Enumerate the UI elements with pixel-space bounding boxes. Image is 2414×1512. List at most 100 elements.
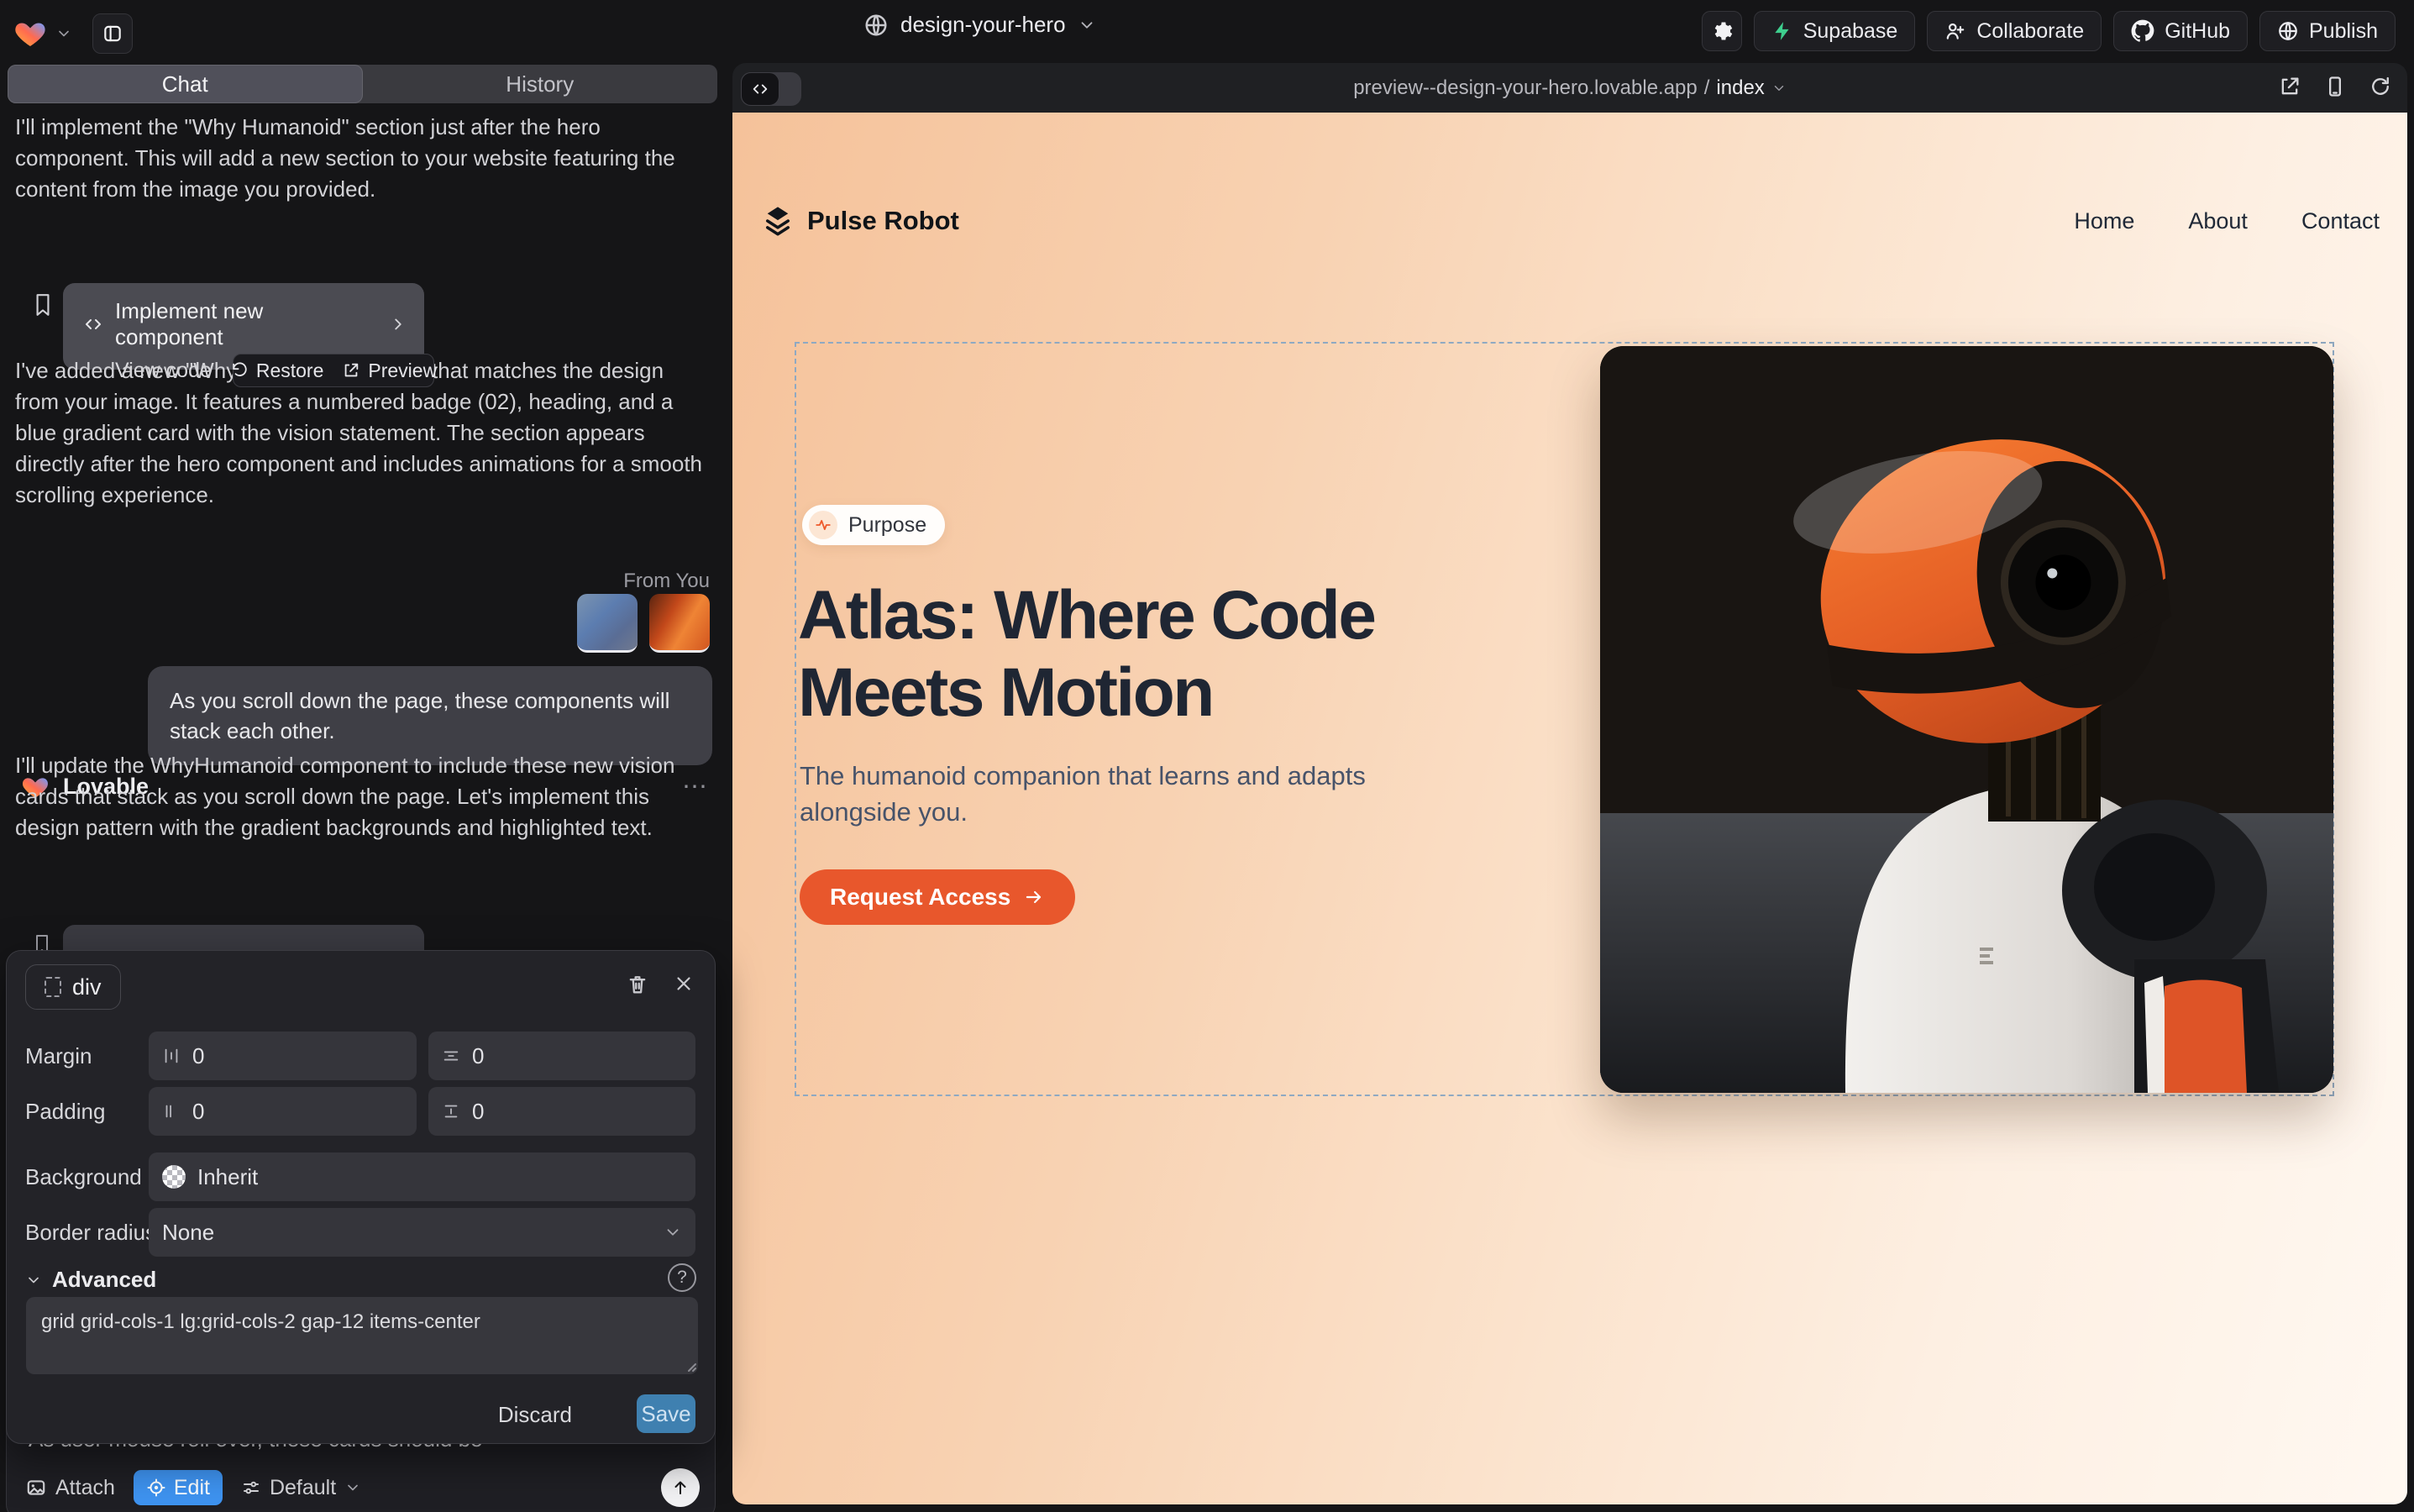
external-link-icon	[342, 361, 360, 380]
dashed-selection-icon	[45, 977, 61, 997]
target-icon	[146, 1478, 166, 1498]
help-icon[interactable]: ?	[668, 1263, 696, 1292]
supabase-icon	[1771, 20, 1793, 42]
margin-x-input[interactable]	[192, 1043, 403, 1069]
collaborate-button[interactable]: Collaborate	[1927, 11, 2102, 51]
padding-y-input[interactable]	[472, 1099, 682, 1125]
user-plus-icon	[1944, 20, 1966, 42]
settings-button[interactable]	[1702, 11, 1742, 51]
sliders-icon	[241, 1478, 261, 1498]
project-name: design-your-hero	[900, 12, 1066, 38]
site-nav: Home About Contact	[2074, 208, 2380, 234]
image-attach-icon	[25, 1477, 47, 1499]
background-label: Background	[25, 1152, 142, 1201]
restore-icon	[230, 361, 249, 380]
close-inspector-button[interactable]	[673, 973, 695, 995]
background-value: Inherit	[197, 1164, 258, 1190]
transparency-swatch-icon	[162, 1165, 186, 1189]
mobile-view-icon[interactable]	[2323, 75, 2347, 98]
from-you-label: From You	[623, 570, 710, 593]
chevron-down-icon	[1078, 16, 1096, 34]
selected-element-chip[interactable]: div	[25, 964, 121, 1010]
save-button[interactable]: Save	[637, 1394, 695, 1433]
chevron-down-icon	[1771, 81, 1787, 96]
margin-y-field[interactable]	[428, 1032, 695, 1080]
tailwind-classes-textarea[interactable]	[26, 1297, 698, 1374]
padding-label: Padding	[25, 1087, 105, 1136]
chevron-down-icon[interactable]	[55, 25, 72, 42]
tab-history[interactable]: History	[363, 65, 718, 103]
resize-handle[interactable]	[684, 1359, 697, 1373]
preview-url: preview--design-your-hero.lovable.app	[1353, 76, 1698, 100]
margin-y-icon	[442, 1047, 460, 1065]
request-access-button[interactable]: Request Access	[800, 869, 1075, 925]
app-window: design-your-hero Supabase Collaborate Gi…	[0, 0, 2414, 1512]
bookmark-icon[interactable]	[32, 292, 54, 318]
hero-subheading: The humanoid companion that learns and a…	[800, 758, 1371, 830]
preview-panel: preview--design-your-hero.lovable.app / …	[732, 63, 2407, 1504]
padding-x-input[interactable]	[192, 1099, 403, 1125]
send-button[interactable]	[661, 1468, 700, 1507]
border-radius-label: Border radius	[25, 1208, 156, 1257]
nav-contact[interactable]: Contact	[2301, 208, 2380, 234]
model-selector[interactable]: Default	[241, 1476, 361, 1500]
margin-y-input[interactable]	[472, 1043, 682, 1069]
site-preview: Pulse Robot Home About Contact Purpose A…	[732, 113, 2407, 1504]
top-bar: design-your-hero Supabase Collaborate Gi…	[0, 0, 2414, 63]
code-icon	[83, 314, 103, 334]
discard-button[interactable]: Discard	[498, 1396, 572, 1433]
hero-heading: Atlas: Where Code Meets Motion	[798, 577, 1554, 732]
nav-home[interactable]: Home	[2074, 208, 2134, 234]
attach-button[interactable]: Attach	[25, 1476, 115, 1500]
preview-button[interactable]: Preview	[342, 360, 437, 382]
advanced-section-toggle[interactable]: Advanced	[25, 1267, 156, 1293]
nav-about[interactable]: About	[2188, 208, 2248, 234]
globe-icon	[863, 13, 889, 38]
preview-url-bar[interactable]: preview--design-your-hero.lovable.app / …	[732, 63, 2407, 113]
padding-y-field[interactable]	[428, 1087, 695, 1136]
component-card-title: Implement new component	[115, 298, 377, 350]
arrow-right-icon	[1023, 886, 1045, 908]
site-brand[interactable]: Pulse Robot	[760, 203, 959, 239]
version-tooltip: Restore Preview	[233, 354, 434, 387]
toggle-sidebar-button[interactable]	[92, 13, 133, 54]
globe-icon	[2277, 20, 2299, 42]
margin-x-icon	[162, 1047, 181, 1065]
preview-actions	[2278, 75, 2392, 98]
purpose-badge: Purpose	[802, 505, 945, 545]
element-tag: div	[72, 974, 102, 1000]
margin-x-field[interactable]	[149, 1032, 417, 1080]
chevron-right-icon	[389, 315, 407, 333]
attachment-thumbnail-orange[interactable]	[649, 594, 710, 653]
pulse-icon	[809, 511, 837, 539]
supabase-button[interactable]: Supabase	[1754, 11, 1916, 51]
lovable-logo-heart-icon[interactable]	[13, 17, 47, 50]
padding-x-field[interactable]	[149, 1087, 417, 1136]
github-button[interactable]: GitHub	[2113, 11, 2248, 51]
chevron-down-icon	[664, 1223, 682, 1242]
element-inspector-panel: div Margin Padding Background	[6, 950, 716, 1444]
attachment-thumbnail-blue[interactable]	[577, 594, 638, 653]
background-field[interactable]: Inherit	[149, 1152, 695, 1201]
bookmark-icon	[32, 933, 52, 952]
padding-y-icon	[442, 1102, 460, 1121]
topbar-actions: Supabase Collaborate GitHub Publish	[1702, 11, 2396, 51]
composer-toolbar: Attach Edit Default	[25, 1470, 361, 1505]
path-separator: /	[1704, 76, 1710, 100]
preview-page: index	[1716, 76, 1764, 100]
chat-tabs: Chat History	[8, 65, 717, 103]
refresh-icon[interactable]	[2369, 75, 2392, 98]
open-external-icon[interactable]	[2278, 75, 2301, 98]
project-switcher[interactable]: design-your-hero	[863, 12, 1096, 38]
margin-label: Margin	[25, 1032, 92, 1080]
chevron-down-icon	[25, 1272, 42, 1289]
tab-chat[interactable]: Chat	[8, 65, 363, 103]
border-radius-select[interactable]: None	[149, 1208, 695, 1257]
chevron-down-icon	[344, 1479, 361, 1496]
hero-robot-image	[1600, 346, 2333, 1093]
restore-button[interactable]: Restore	[230, 360, 324, 382]
delete-element-button[interactable]	[626, 973, 649, 996]
edit-mode-button[interactable]: Edit	[134, 1470, 223, 1505]
site-header: Pulse Robot Home About Contact	[760, 203, 2380, 239]
publish-button[interactable]: Publish	[2259, 11, 2396, 51]
